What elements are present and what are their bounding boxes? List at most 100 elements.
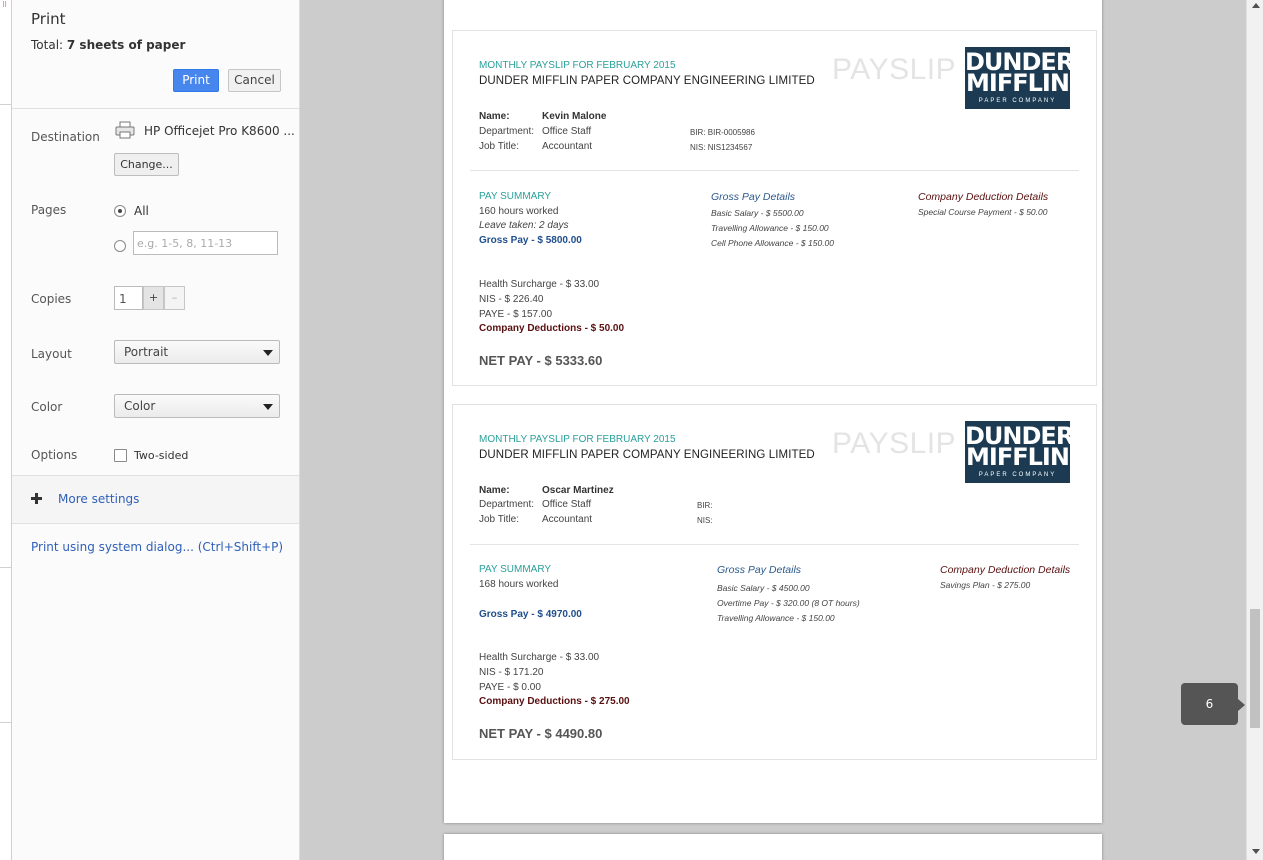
- system-dialog-link[interactable]: Print using system dialog... (Ctrl+Shift…: [31, 540, 283, 554]
- dialog-title: Print: [31, 10, 66, 28]
- gross-item: Cell Phone Allowance - $ 150.00: [711, 238, 835, 248]
- layout-value: Portrait: [124, 345, 169, 359]
- department-value: Office Staff: [542, 126, 592, 137]
- print-settings-panel: Print Total: 7 sheets of paper Print Can…: [12, 0, 300, 860]
- hours-worked: 160 hours worked: [479, 206, 559, 217]
- more-settings-link[interactable]: More settings: [58, 492, 139, 506]
- payslip-card: MONTHLY PAYSLIP FOR FEBRUARY 2015 DUNDER…: [452, 404, 1097, 760]
- options-label: Options: [31, 448, 78, 462]
- gross-item: Travelling Allowance - $ 150.00: [717, 613, 835, 623]
- net-pay: NET PAY - $ 4490.80: [479, 726, 603, 741]
- job-title-value: Accountant: [542, 141, 593, 152]
- logo-line: MIFFLIN: [966, 69, 1070, 97]
- gross-item: Travelling Allowance - $ 150.00: [711, 223, 829, 233]
- gross-item: Overtime Pay - $ 320.00 (8 OT hours): [717, 598, 860, 608]
- bir-number: BIR:: [697, 501, 713, 510]
- color-select[interactable]: Color: [114, 394, 280, 418]
- nis-amount: NIS - $ 171.20: [479, 667, 544, 678]
- department-label: Department:: [479, 499, 535, 510]
- preview-scrollbar[interactable]: [1246, 0, 1263, 860]
- nis-number: NIS: NIS1234567: [690, 143, 753, 152]
- preview-page: MONTHLY PAYSLIP FOR FEBRUARY 2015 DUNDER…: [444, 0, 1102, 823]
- leave-taken: Leave taken: 2 days: [479, 220, 569, 231]
- company-deductions: Company Deductions - $ 275.00: [479, 696, 630, 707]
- edge-divider: [0, 104, 11, 105]
- section-divider: [470, 544, 1079, 545]
- employee-name: Kevin Malone: [542, 111, 607, 122]
- color-value: Color: [124, 399, 156, 413]
- print-header: Print Total: 7 sheets of paper Print Can…: [12, 0, 299, 109]
- edge-divider: [0, 567, 11, 568]
- name-label: Name:: [479, 485, 510, 496]
- deduction-item: Savings Plan - $ 275.00: [940, 580, 1031, 590]
- printer-icon: [115, 121, 135, 139]
- job-title-value: Accountant: [542, 514, 593, 525]
- copies-label: Copies: [31, 292, 72, 306]
- pages-all-radio[interactable]: [114, 205, 126, 217]
- edge-divider: [0, 722, 11, 723]
- chevron-down-icon: [263, 404, 273, 410]
- company-logo: DUNDER MIFFLIN PAPER COMPANY: [965, 47, 1074, 109]
- gross-pay-details-heading: Gross Pay Details: [711, 191, 796, 203]
- payslip-month: MONTHLY PAYSLIP FOR FEBRUARY 2015: [479, 434, 676, 445]
- pages-label: Pages: [31, 203, 67, 217]
- apps-icon: ⠿: [2, 2, 8, 9]
- copies-decrement-button[interactable]: –: [164, 286, 185, 310]
- two-sided-label: Two-sided: [134, 449, 189, 462]
- payslip-watermark: PAYSLIP: [832, 427, 957, 460]
- tooltip-arrow: [1238, 699, 1245, 711]
- company-name: DUNDER MIFFLIN PAPER COMPANY ENGINEERING…: [479, 75, 815, 87]
- scroll-up-icon[interactable]: [1252, 3, 1260, 8]
- scroll-down-icon[interactable]: [1252, 849, 1260, 854]
- total-value: 7 sheets of paper: [66, 38, 186, 52]
- print-button[interactable]: Print: [173, 69, 219, 92]
- logo-line: PAPER COMPANY: [978, 472, 1057, 478]
- logo-line: MIFFLIN: [966, 443, 1070, 471]
- logo-line: PAPER COMPANY: [978, 98, 1057, 104]
- change-destination-button[interactable]: Change...: [114, 153, 179, 176]
- department-value: Office Staff: [542, 499, 592, 510]
- cancel-button[interactable]: Cancel: [228, 69, 281, 92]
- employee-name: Oscar Martinez: [542, 485, 614, 496]
- print-preview[interactable]: MONTHLY PAYSLIP FOR FEBRUARY 2015 DUNDER…: [300, 0, 1246, 860]
- chevron-down-icon: [263, 350, 273, 356]
- layout-select[interactable]: Portrait: [114, 340, 280, 364]
- sheet-total: Total: 7 sheets of paper: [31, 38, 185, 52]
- nis-amount: NIS - $ 226.40: [479, 294, 544, 305]
- paye-amount: PAYE - $ 0.00: [479, 682, 541, 693]
- total-label: Total:: [31, 38, 64, 52]
- gross-pay: Gross Pay - $ 5800.00: [479, 235, 582, 246]
- health-surcharge: Health Surcharge - $ 33.00: [479, 279, 600, 290]
- preview-next-page: [444, 834, 1102, 860]
- pages-range-input[interactable]: e.g. 1-5, 8, 11-13: [133, 231, 278, 255]
- payslip-watermark: PAYSLIP: [832, 53, 957, 86]
- copies-increment-button[interactable]: +: [143, 286, 164, 310]
- nis-number: NIS:: [697, 516, 713, 525]
- gross-pay: Gross Pay - $ 4970.00: [479, 609, 582, 620]
- deduction-details-heading: Company Deduction Details: [918, 191, 1049, 203]
- deduction-item: Special Course Payment - $ 50.00: [918, 207, 1048, 217]
- payslip-card: MONTHLY PAYSLIP FOR FEBRUARY 2015 DUNDER…: [452, 30, 1097, 386]
- job-title-label: Job Title:: [479, 141, 520, 152]
- scroll-thumb[interactable]: [1250, 609, 1260, 728]
- pages-all-label: All: [134, 204, 149, 218]
- pages-custom-radio[interactable]: [114, 240, 126, 252]
- department-label: Department:: [479, 126, 535, 137]
- company-deductions: Company Deductions - $ 50.00: [479, 323, 625, 334]
- company-logo: DUNDER MIFFLIN PAPER COMPANY: [965, 421, 1074, 483]
- paye-amount: PAYE - $ 157.00: [479, 309, 553, 320]
- two-sided-checkbox[interactable]: [114, 449, 127, 462]
- page-number-tooltip: 6: [1181, 683, 1238, 725]
- printer-name: HP Officejet Pro K8600 ...: [144, 124, 295, 138]
- net-pay: NET PAY - $ 5333.60: [479, 353, 603, 368]
- gross-pay-details-heading: Gross Pay Details: [717, 564, 802, 576]
- layout-label: Layout: [31, 347, 72, 361]
- copies-input[interactable]: 1: [114, 286, 143, 310]
- job-title-label: Job Title:: [479, 514, 520, 525]
- deduction-details-heading: Company Deduction Details: [940, 564, 1071, 576]
- company-name: DUNDER MIFFLIN PAPER COMPANY ENGINEERING…: [479, 449, 815, 461]
- more-settings-section[interactable]: More settings: [12, 475, 299, 524]
- pay-summary-heading: PAY SUMMARY: [479, 564, 552, 575]
- health-surcharge: Health Surcharge - $ 33.00: [479, 652, 600, 663]
- bir-number: BIR: BIR-0005986: [690, 128, 755, 137]
